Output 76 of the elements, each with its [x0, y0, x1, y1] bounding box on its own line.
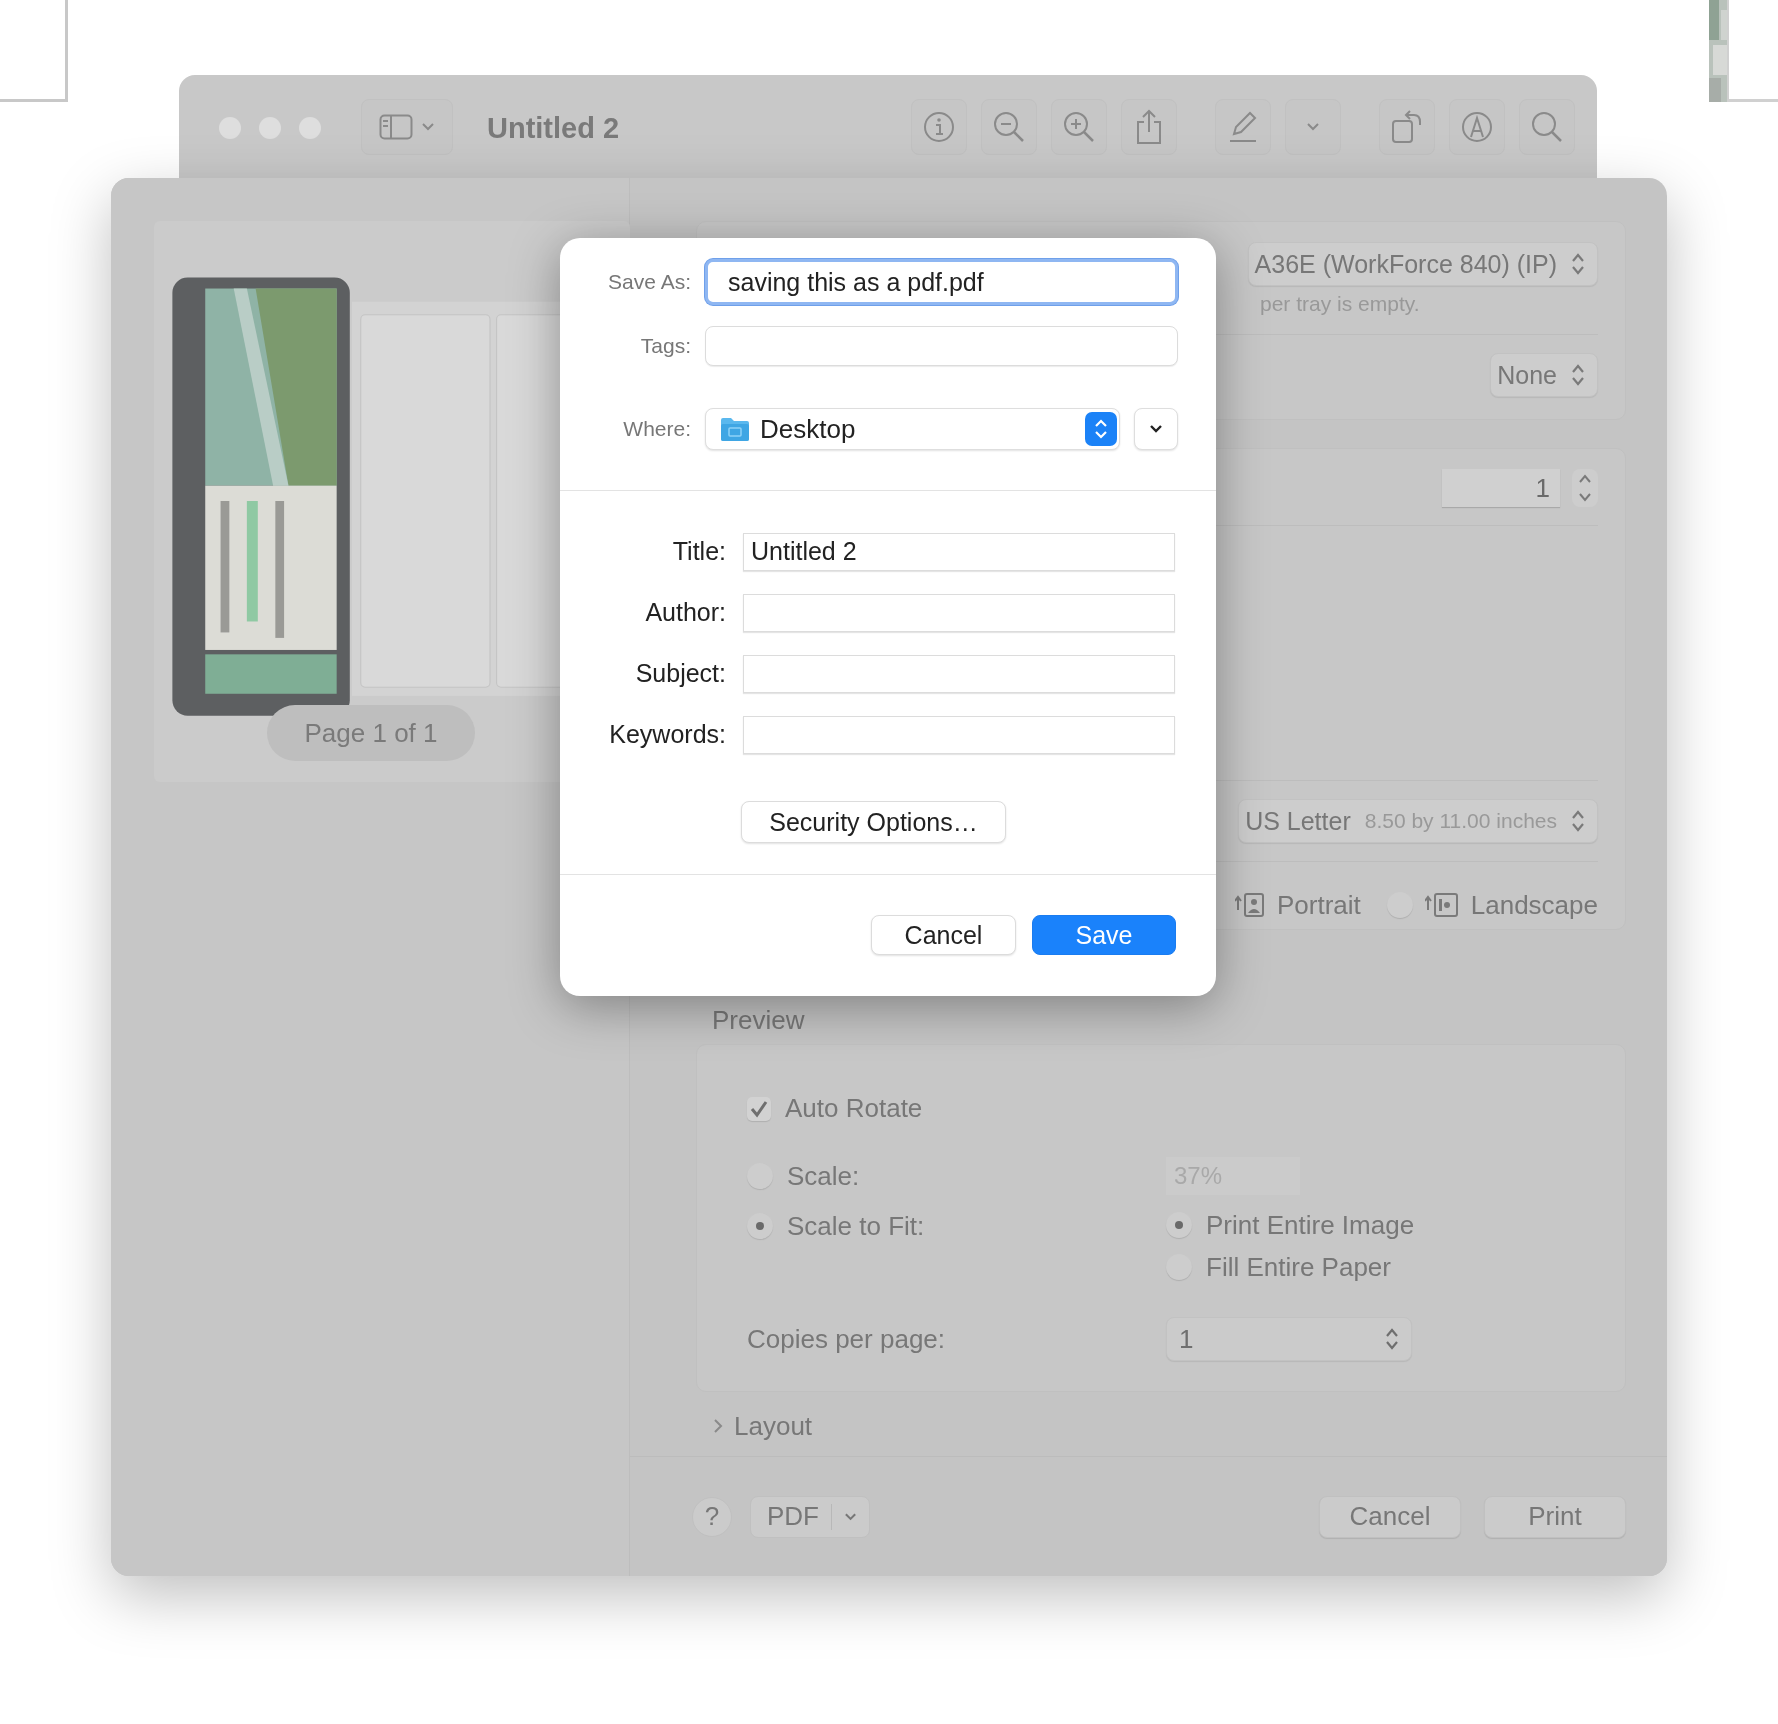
fit-option-radio[interactable] [1166, 1254, 1192, 1280]
field-label: Author: [644, 598, 726, 627]
up-down-arrows-icon [1571, 363, 1585, 387]
zoom-out-button[interactable] [981, 99, 1037, 155]
field-label: Where: [622, 417, 691, 441]
chevron-button[interactable] [1285, 99, 1341, 155]
orientation-label: Landscape [1470, 889, 1598, 921]
scale-radio[interactable] [747, 1163, 773, 1189]
chevron-icon [421, 122, 435, 132]
footer-button[interactable]: Print [1484, 1495, 1626, 1538]
field-label: Subject: [634, 659, 726, 688]
save-button[interactable]: Save [1032, 915, 1176, 955]
folder-icon [720, 416, 750, 442]
pdf-button[interactable]: PDF [750, 1495, 870, 1538]
zoom-in-button[interactable] [1051, 99, 1107, 155]
chevron-icon [1306, 122, 1320, 132]
fit-option-radio[interactable] [1166, 1212, 1192, 1238]
cancel-button[interactable]: Cancel [871, 915, 1016, 955]
section-heading[interactable]: Layout [734, 1410, 813, 1442]
file-name-field[interactable]: saving this as a pdf.pdf [705, 259, 1178, 305]
field-label: Save As: [607, 270, 691, 294]
chevron-icon [1149, 424, 1164, 434]
rotate-button[interactable] [1379, 99, 1435, 155]
share-icon [1134, 109, 1164, 145]
chevron-icon [843, 1511, 857, 1522]
orientation-label: Portrait [1276, 889, 1361, 921]
auto-rotate-checkbox[interactable] [747, 1096, 771, 1121]
disclosure-icon[interactable] [712, 1418, 724, 1434]
metadata-field[interactable] [743, 654, 1175, 693]
copies-stepper[interactable] [1572, 469, 1598, 507]
option-label: Print Entire Image [1206, 1209, 1415, 1241]
up-down-arrows-icon [1085, 412, 1118, 446]
section-heading[interactable]: Preview [712, 1005, 805, 1036]
option-label: Scale: [787, 1160, 860, 1192]
field-label: Keywords: [608, 720, 726, 749]
portrait-icon [1234, 892, 1265, 918]
copies-field[interactable]: 1 [1442, 469, 1560, 507]
copies-per-page-popup[interactable]: 1 [1166, 1317, 1412, 1361]
printer-popup[interactable]: A36E (WorkForce 840) (IP) [1247, 242, 1598, 286]
metadata-field[interactable] [743, 593, 1175, 632]
zoom-in-icon [1062, 110, 1096, 144]
option-label: Scale to Fit: [787, 1210, 925, 1242]
window-title: Untitled 2 [487, 112, 620, 145]
tags-field[interactable] [705, 326, 1178, 366]
info-icon [922, 110, 956, 144]
copies-per-page-label: Copies per page: [747, 1323, 946, 1355]
security-options-button[interactable]: Security Options… [741, 801, 1006, 843]
up-down-arrows-icon [1385, 1327, 1399, 1351]
field-label: Title: [671, 537, 726, 566]
metadata-field[interactable]: Untitled 2 [743, 532, 1175, 571]
rotate-icon [1390, 109, 1424, 145]
option-label: Auto Rotate [785, 1093, 923, 1124]
markup-button[interactable] [1449, 99, 1505, 155]
zoom-out-icon [992, 110, 1026, 144]
option-label: Fill Entire Paper [1206, 1251, 1391, 1283]
expand-button[interactable] [1134, 408, 1178, 450]
location-popup[interactable]: Desktop [705, 408, 1121, 450]
help-button[interactable]: ? [692, 1496, 732, 1537]
sidebar-icon [379, 114, 413, 140]
sidebar-toggle-button[interactable] [361, 99, 453, 155]
search-button[interactable] [1519, 99, 1575, 155]
scale-to-fit-radio[interactable] [747, 1213, 773, 1239]
share-button[interactable] [1121, 99, 1177, 155]
field-label: Tags: [639, 334, 691, 358]
metadata-field[interactable] [743, 715, 1175, 754]
footer-button[interactable]: Cancel [1319, 1495, 1461, 1538]
landscape-radio[interactable] [1386, 892, 1413, 918]
up-down-arrows-icon [1571, 252, 1585, 276]
info-button[interactable] [911, 99, 967, 155]
pen-button[interactable] [1215, 99, 1271, 155]
landscape-icon [1424, 892, 1459, 918]
up-down-arrows-icon [1571, 809, 1585, 833]
search-icon [1530, 110, 1564, 144]
page-indicator: Page 1 of 1 [267, 705, 475, 761]
markup-icon [1460, 110, 1494, 144]
presets-popup[interactable]: None [1490, 353, 1598, 397]
